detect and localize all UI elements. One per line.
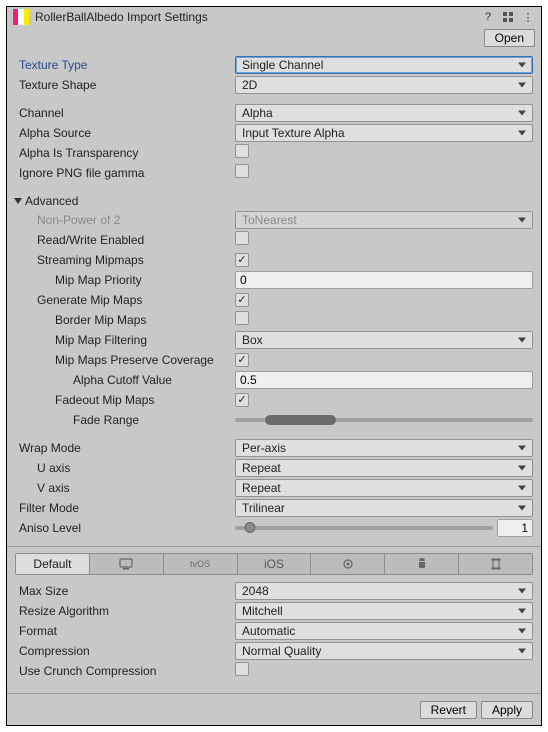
standalone-icon <box>119 558 133 570</box>
u-axis-label: U axis <box>15 461 235 475</box>
divider <box>7 546 541 547</box>
tab-default[interactable]: Default <box>16 554 90 574</box>
v-axis-select[interactable]: Repeat <box>235 479 533 497</box>
mipmap-filtering-select[interactable]: Box <box>235 331 533 349</box>
channel-label: Channel <box>15 106 235 120</box>
tvos-label: tvOS <box>190 559 210 569</box>
readwrite-label: Read/Write Enabled <box>15 233 235 247</box>
filter-mode-label: Filter Mode <box>15 501 235 515</box>
compression-label: Compression <box>15 644 235 658</box>
mipmap-priority-label: Mip Map Priority <box>15 273 235 287</box>
platform-tabbar: Default tvOS iOS <box>15 553 533 575</box>
texture-type-label: Texture Type <box>15 58 235 72</box>
texture-type-select[interactable]: Single Channel <box>235 56 533 74</box>
alpha-cutoff-field[interactable] <box>235 371 533 389</box>
fadeout-mipmaps-checkbox[interactable] <box>235 393 249 407</box>
max-size-select[interactable]: 2048 <box>235 582 533 600</box>
compression-select[interactable]: Normal Quality <box>235 642 533 660</box>
fade-range-slider[interactable] <box>235 413 533 427</box>
streaming-mipmaps-checkbox[interactable] <box>235 253 249 267</box>
alpha-source-select[interactable]: Input Texture Alpha <box>235 124 533 142</box>
alpha-transparency-label: Alpha Is Transparency <box>15 146 235 160</box>
preserve-coverage-checkbox[interactable] <box>235 353 249 367</box>
border-mipmaps-checkbox[interactable] <box>235 311 249 325</box>
aniso-level-field[interactable] <box>497 519 533 537</box>
channel-select[interactable]: Alpha <box>235 104 533 122</box>
texture-shape-select[interactable]: 2D <box>235 76 533 94</box>
chevron-down-icon <box>14 198 22 204</box>
window-title: RollerBallAlbedo Import Settings <box>35 10 481 24</box>
ignore-png-gamma-checkbox[interactable] <box>235 164 249 178</box>
advanced-foldout[interactable]: Advanced <box>15 191 533 210</box>
apply-button[interactable]: Apply <box>481 701 533 719</box>
wrap-mode-select[interactable]: Per-axis <box>235 439 533 457</box>
android-icon <box>416 558 428 570</box>
alpha-transparency-checkbox[interactable] <box>235 144 249 158</box>
generate-mipmaps-label: Generate Mip Maps <box>15 293 235 307</box>
crunch-checkbox[interactable] <box>235 662 249 676</box>
u-axis-select[interactable]: Repeat <box>235 459 533 477</box>
streaming-mipmaps-label: Streaming Mipmaps <box>15 253 235 267</box>
asset-icon <box>13 9 29 25</box>
alpha-cutoff-label: Alpha Cutoff Value <box>15 373 235 387</box>
border-mipmaps-label: Border Mip Maps <box>15 313 235 327</box>
filter-mode-select[interactable]: Trilinear <box>235 499 533 517</box>
tab-standalone[interactable] <box>90 554 164 574</box>
wrap-mode-label: Wrap Mode <box>15 441 235 455</box>
max-size-label: Max Size <box>15 584 235 598</box>
format-select[interactable]: Automatic <box>235 622 533 640</box>
fade-range-label: Fade Range <box>15 413 235 427</box>
tab-android[interactable] <box>385 554 459 574</box>
lumin-icon <box>341 558 355 570</box>
tab-webgl[interactable] <box>459 554 532 574</box>
tab-ios[interactable]: iOS <box>238 554 312 574</box>
aniso-level-slider[interactable] <box>235 526 493 530</box>
readwrite-checkbox[interactable] <box>235 231 249 245</box>
mipmap-priority-field[interactable] <box>235 271 533 289</box>
generate-mipmaps-checkbox[interactable] <box>235 293 249 307</box>
revert-button[interactable]: Revert <box>420 701 477 719</box>
tab-lumin[interactable] <box>311 554 385 574</box>
webgl-icon <box>490 558 502 570</box>
open-button[interactable]: Open <box>484 29 535 47</box>
texture-shape-label: Texture Shape <box>15 78 235 92</box>
resize-algo-select[interactable]: Mitchell <box>235 602 533 620</box>
tab-tvos[interactable]: tvOS <box>164 554 238 574</box>
aniso-level-label: Aniso Level <box>15 521 235 535</box>
crunch-label: Use Crunch Compression <box>15 664 235 678</box>
divider <box>7 693 541 694</box>
preserve-coverage-label: Mip Maps Preserve Coverage <box>15 353 235 367</box>
format-label: Format <box>15 624 235 638</box>
ignore-png-gamma-label: Ignore PNG file gamma <box>15 166 235 180</box>
resize-algo-label: Resize Algorithm <box>15 604 235 618</box>
ios-label: iOS <box>264 557 284 571</box>
nonpow2-label: Non-Power of 2 <box>15 213 235 227</box>
fadeout-mipmaps-label: Fadeout Mip Maps <box>15 393 235 407</box>
advanced-label: Advanced <box>25 194 78 208</box>
nonpow2-select: ToNearest <box>235 211 533 229</box>
preset-icon[interactable] <box>501 10 515 24</box>
alpha-source-label: Alpha Source <box>15 126 235 140</box>
help-icon[interactable]: ? <box>481 10 495 24</box>
v-axis-label: V axis <box>15 481 235 495</box>
menu-icon[interactable]: ⋮ <box>521 10 535 24</box>
mipmap-filtering-label: Mip Map Filtering <box>15 333 235 347</box>
